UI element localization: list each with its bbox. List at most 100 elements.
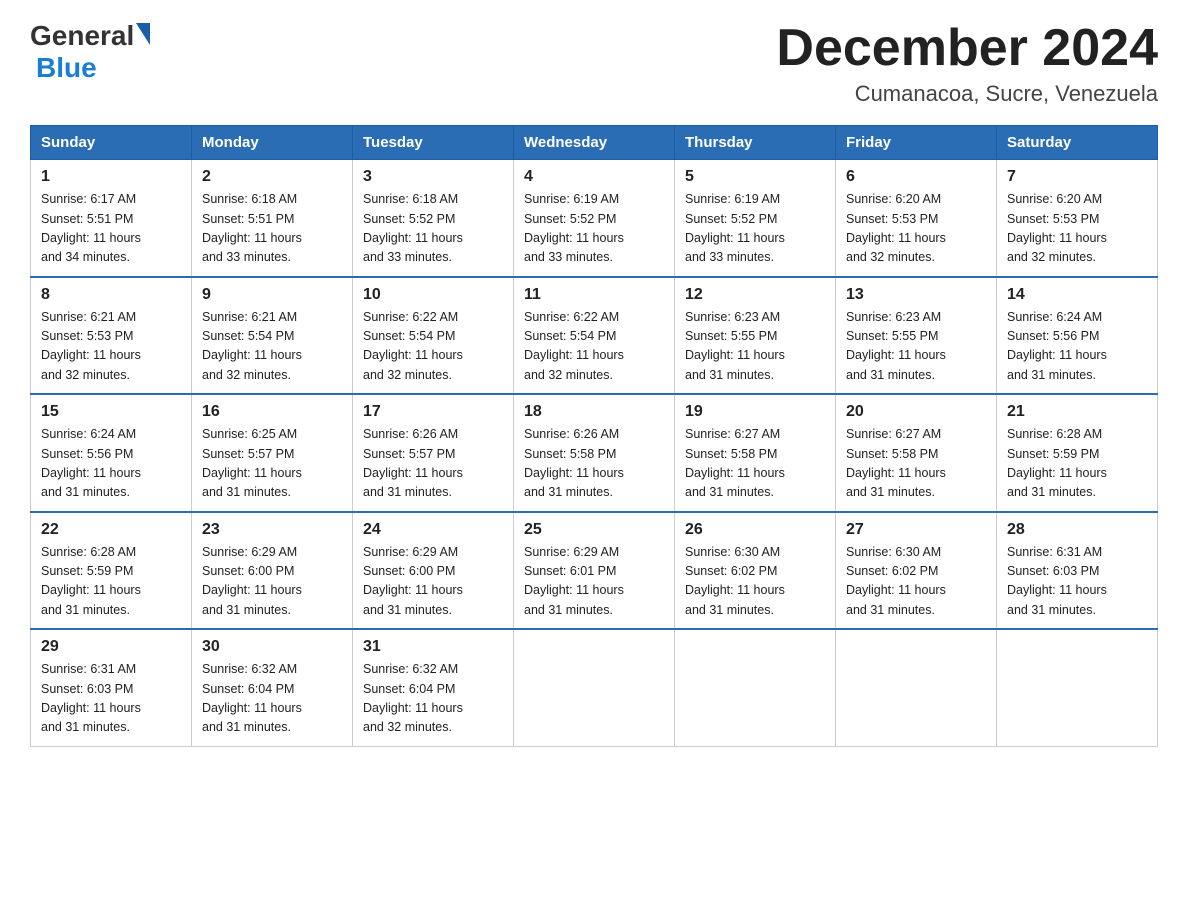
table-row: 16 Sunrise: 6:25 AM Sunset: 5:57 PM Dayli…: [192, 394, 353, 512]
day-number: 31: [363, 638, 503, 656]
day-info: Sunrise: 6:27 AM Sunset: 5:58 PM Dayligh…: [685, 425, 825, 503]
calendar-table: Sunday Monday Tuesday Wednesday Thursday…: [30, 125, 1158, 747]
day-info: Sunrise: 6:17 AM Sunset: 5:51 PM Dayligh…: [41, 190, 181, 268]
day-info: Sunrise: 6:24 AM Sunset: 5:56 PM Dayligh…: [41, 425, 181, 503]
day-number: 9: [202, 286, 342, 304]
day-number: 16: [202, 403, 342, 421]
table-row: 28 Sunrise: 6:31 AM Sunset: 6:03 PM Dayli…: [997, 512, 1158, 630]
day-info: Sunrise: 6:30 AM Sunset: 6:02 PM Dayligh…: [685, 543, 825, 621]
calendar-week-row: 8Sunrise: 6:21 AM Sunset: 5:53 PM Daylig…: [31, 277, 1158, 395]
logo: General Blue: [30, 20, 150, 84]
table-row: 4 Sunrise: 6:19 AM Sunset: 5:52 PM Daylig…: [514, 160, 675, 277]
day-info: Sunrise: 6:29 AM Sunset: 6:01 PM Dayligh…: [524, 543, 664, 621]
day-number: 12: [685, 286, 825, 304]
table-row: 22 Sunrise: 6:28 AM Sunset: 5:59 PM Dayli…: [31, 512, 192, 630]
table-row: [514, 629, 675, 746]
table-row: 6Sunrise: 6:20 AM Sunset: 5:53 PM Daylig…: [836, 160, 997, 277]
day-info: Sunrise: 6:31 AM Sunset: 6:03 PM Dayligh…: [1007, 543, 1147, 621]
table-row: 29 Sunrise: 6:31 AM Sunset: 6:03 PM Dayli…: [31, 629, 192, 746]
day-number: 2: [202, 168, 342, 186]
day-info: Sunrise: 6:18 AM Sunset: 5:52 PM Dayligh…: [363, 190, 503, 268]
day-number: 10: [363, 286, 503, 304]
day-number: 19: [685, 403, 825, 421]
table-row: 5 Sunrise: 6:19 AM Sunset: 5:52 PM Daylig…: [675, 160, 836, 277]
table-row: 21Sunrise: 6:28 AM Sunset: 5:59 PM Dayli…: [997, 394, 1158, 512]
day-info: Sunrise: 6:29 AM Sunset: 6:00 PM Dayligh…: [202, 543, 342, 621]
day-info: Sunrise: 6:27 AM Sunset: 5:58 PM Dayligh…: [846, 425, 986, 503]
header-saturday: Saturday: [997, 126, 1158, 160]
logo-general-text: General: [30, 20, 134, 52]
day-number: 26: [685, 521, 825, 539]
day-info: Sunrise: 6:18 AM Sunset: 5:51 PM Dayligh…: [202, 190, 342, 268]
day-number: 13: [846, 286, 986, 304]
day-number: 8: [41, 286, 181, 304]
table-row: 27Sunrise: 6:30 AM Sunset: 6:02 PM Dayli…: [836, 512, 997, 630]
table-row: 8Sunrise: 6:21 AM Sunset: 5:53 PM Daylig…: [31, 277, 192, 395]
table-row: 24 Sunrise: 6:29 AM Sunset: 6:00 PM Dayli…: [353, 512, 514, 630]
table-row: 18 Sunrise: 6:26 AM Sunset: 5:58 PM Dayli…: [514, 394, 675, 512]
day-number: 17: [363, 403, 503, 421]
calendar-week-row: 29 Sunrise: 6:31 AM Sunset: 6:03 PM Dayli…: [31, 629, 1158, 746]
logo-blue-part: [134, 23, 150, 49]
day-info: Sunrise: 6:32 AM Sunset: 6:04 PM Dayligh…: [202, 660, 342, 738]
table-row: 1 Sunrise: 6:17 AM Sunset: 5:51 PM Daylig…: [31, 160, 192, 277]
table-row: [997, 629, 1158, 746]
day-number: 22: [41, 521, 181, 539]
day-info: Sunrise: 6:22 AM Sunset: 5:54 PM Dayligh…: [524, 308, 664, 386]
day-info: Sunrise: 6:19 AM Sunset: 5:52 PM Dayligh…: [685, 190, 825, 268]
table-row: 20 Sunrise: 6:27 AM Sunset: 5:58 PM Dayli…: [836, 394, 997, 512]
day-info: Sunrise: 6:28 AM Sunset: 5:59 PM Dayligh…: [1007, 425, 1147, 503]
day-number: 4: [524, 168, 664, 186]
day-info: Sunrise: 6:26 AM Sunset: 5:58 PM Dayligh…: [524, 425, 664, 503]
page-header: General Blue December 2024 Cumanacoa, Su…: [30, 20, 1158, 107]
day-number: 1: [41, 168, 181, 186]
day-info: Sunrise: 6:24 AM Sunset: 5:56 PM Dayligh…: [1007, 308, 1147, 386]
day-number: 24: [363, 521, 503, 539]
month-title: December 2024: [776, 20, 1158, 77]
day-info: Sunrise: 6:21 AM Sunset: 5:54 PM Dayligh…: [202, 308, 342, 386]
day-info: Sunrise: 6:19 AM Sunset: 5:52 PM Dayligh…: [524, 190, 664, 268]
calendar-week-row: 22 Sunrise: 6:28 AM Sunset: 5:59 PM Dayli…: [31, 512, 1158, 630]
table-row: 9 Sunrise: 6:21 AM Sunset: 5:54 PM Daylig…: [192, 277, 353, 395]
day-number: 5: [685, 168, 825, 186]
title-section: December 2024 Cumanacoa, Sucre, Venezuel…: [776, 20, 1158, 107]
day-number: 14: [1007, 286, 1147, 304]
day-number: 25: [524, 521, 664, 539]
logo-blue-text: Blue: [36, 52, 97, 84]
table-row: [675, 629, 836, 746]
day-info: Sunrise: 6:26 AM Sunset: 5:57 PM Dayligh…: [363, 425, 503, 503]
calendar-week-row: 1 Sunrise: 6:17 AM Sunset: 5:51 PM Daylig…: [31, 160, 1158, 277]
day-info: Sunrise: 6:25 AM Sunset: 5:57 PM Dayligh…: [202, 425, 342, 503]
day-number: 20: [846, 403, 986, 421]
table-row: 14 Sunrise: 6:24 AM Sunset: 5:56 PM Dayli…: [997, 277, 1158, 395]
table-row: 31 Sunrise: 6:32 AM Sunset: 6:04 PM Dayli…: [353, 629, 514, 746]
table-row: [836, 629, 997, 746]
day-number: 23: [202, 521, 342, 539]
day-info: Sunrise: 6:29 AM Sunset: 6:00 PM Dayligh…: [363, 543, 503, 621]
day-number: 29: [41, 638, 181, 656]
day-info: Sunrise: 6:31 AM Sunset: 6:03 PM Dayligh…: [41, 660, 181, 738]
table-row: 30 Sunrise: 6:32 AM Sunset: 6:04 PM Dayli…: [192, 629, 353, 746]
table-row: 17 Sunrise: 6:26 AM Sunset: 5:57 PM Dayli…: [353, 394, 514, 512]
logo-arrow-icon: [136, 23, 150, 45]
header-thursday: Thursday: [675, 126, 836, 160]
day-info: Sunrise: 6:23 AM Sunset: 5:55 PM Dayligh…: [846, 308, 986, 386]
day-info: Sunrise: 6:23 AM Sunset: 5:55 PM Dayligh…: [685, 308, 825, 386]
day-number: 6: [846, 168, 986, 186]
day-number: 18: [524, 403, 664, 421]
day-number: 11: [524, 286, 664, 304]
day-number: 28: [1007, 521, 1147, 539]
table-row: 2 Sunrise: 6:18 AM Sunset: 5:51 PM Daylig…: [192, 160, 353, 277]
day-number: 30: [202, 638, 342, 656]
table-row: 15Sunrise: 6:24 AM Sunset: 5:56 PM Dayli…: [31, 394, 192, 512]
day-info: Sunrise: 6:20 AM Sunset: 5:53 PM Dayligh…: [1007, 190, 1147, 268]
day-number: 27: [846, 521, 986, 539]
day-info: Sunrise: 6:28 AM Sunset: 5:59 PM Dayligh…: [41, 543, 181, 621]
table-row: 3Sunrise: 6:18 AM Sunset: 5:52 PM Daylig…: [353, 160, 514, 277]
header-sunday: Sunday: [31, 126, 192, 160]
header-friday: Friday: [836, 126, 997, 160]
header-monday: Monday: [192, 126, 353, 160]
table-row: 26 Sunrise: 6:30 AM Sunset: 6:02 PM Dayli…: [675, 512, 836, 630]
location-text: Cumanacoa, Sucre, Venezuela: [776, 81, 1158, 107]
day-info: Sunrise: 6:32 AM Sunset: 6:04 PM Dayligh…: [363, 660, 503, 738]
